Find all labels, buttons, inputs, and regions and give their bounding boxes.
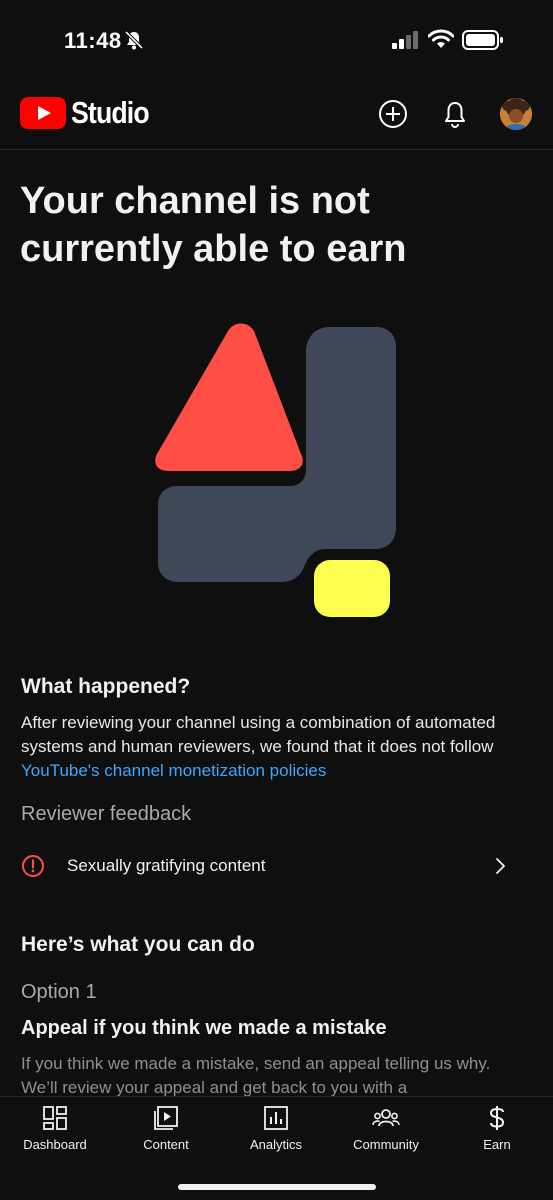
- signal-icon: [392, 31, 418, 49]
- status-time: 11:48: [64, 28, 122, 53]
- red-triangle-shape: [155, 323, 303, 471]
- wifi-icon: [428, 29, 454, 48]
- nav-content-label: Content: [143, 1137, 189, 1152]
- nav-community-label: Community: [353, 1137, 419, 1152]
- feedback-item-label: Sexually gratifying content: [67, 856, 266, 875]
- nav-content[interactable]: Content: [116, 1105, 216, 1165]
- home-indicator[interactable]: [178, 1184, 376, 1190]
- avatar-image: [500, 98, 532, 130]
- page-title: Your channel is not currently able to ea…: [20, 180, 407, 270]
- nav-dashboard-label: Dashboard: [23, 1137, 87, 1152]
- nav-analytics-label: Analytics: [249, 1137, 303, 1152]
- status-bar: 11:48: [0, 0, 553, 80]
- option-label: Option 1: [21, 981, 97, 1003]
- reviewer-feedback-label: Reviewer feedback: [21, 803, 192, 825]
- analytics-icon: [264, 1106, 288, 1130]
- what-happened-text: After reviewing your channel using a com…: [21, 713, 496, 756]
- bell-off-icon: [124, 30, 144, 50]
- monetization-illustration: [155, 323, 396, 617]
- what-happened-heading: What happened?: [21, 675, 191, 698]
- monetization-policies-link[interactable]: YouTube's channel monetization policies: [21, 761, 326, 780]
- earn-icon: [489, 1106, 505, 1130]
- battery-icon: [462, 30, 503, 50]
- youtube-logo-icon[interactable]: [20, 97, 66, 129]
- avatar[interactable]: [500, 98, 532, 130]
- warning-icon: [22, 855, 44, 877]
- nav-community[interactable]: Community: [336, 1105, 436, 1165]
- chevron-right-icon: [496, 858, 505, 874]
- dashboard-icon: [43, 1106, 67, 1130]
- app-name: Studio: [71, 95, 150, 130]
- option-title: Appeal if you think we made a mistake: [21, 1017, 387, 1039]
- nav-analytics[interactable]: Analytics: [226, 1105, 326, 1165]
- what-you-can-do-heading: Here’s what you can do: [21, 933, 255, 956]
- app-header: Studio: [0, 80, 553, 150]
- nav-earn-label: Earn: [483, 1137, 511, 1152]
- content-icon: [154, 1106, 178, 1130]
- yellow-shape: [314, 560, 390, 617]
- what-happened-body: After reviewing your channel using a com…: [21, 711, 531, 783]
- nav-dashboard[interactable]: Dashboard: [5, 1105, 105, 1165]
- notifications-icon[interactable]: [439, 98, 471, 130]
- nav-earn[interactable]: Earn: [447, 1105, 547, 1165]
- main-content[interactable]: Your channel is not currently able to ea…: [0, 151, 553, 1096]
- option-body: If you think we made a mistake, send an …: [21, 1054, 491, 1096]
- feedback-item[interactable]: Sexually gratifying content: [0, 846, 553, 888]
- community-icon: [372, 1109, 400, 1127]
- create-icon[interactable]: [377, 98, 409, 130]
